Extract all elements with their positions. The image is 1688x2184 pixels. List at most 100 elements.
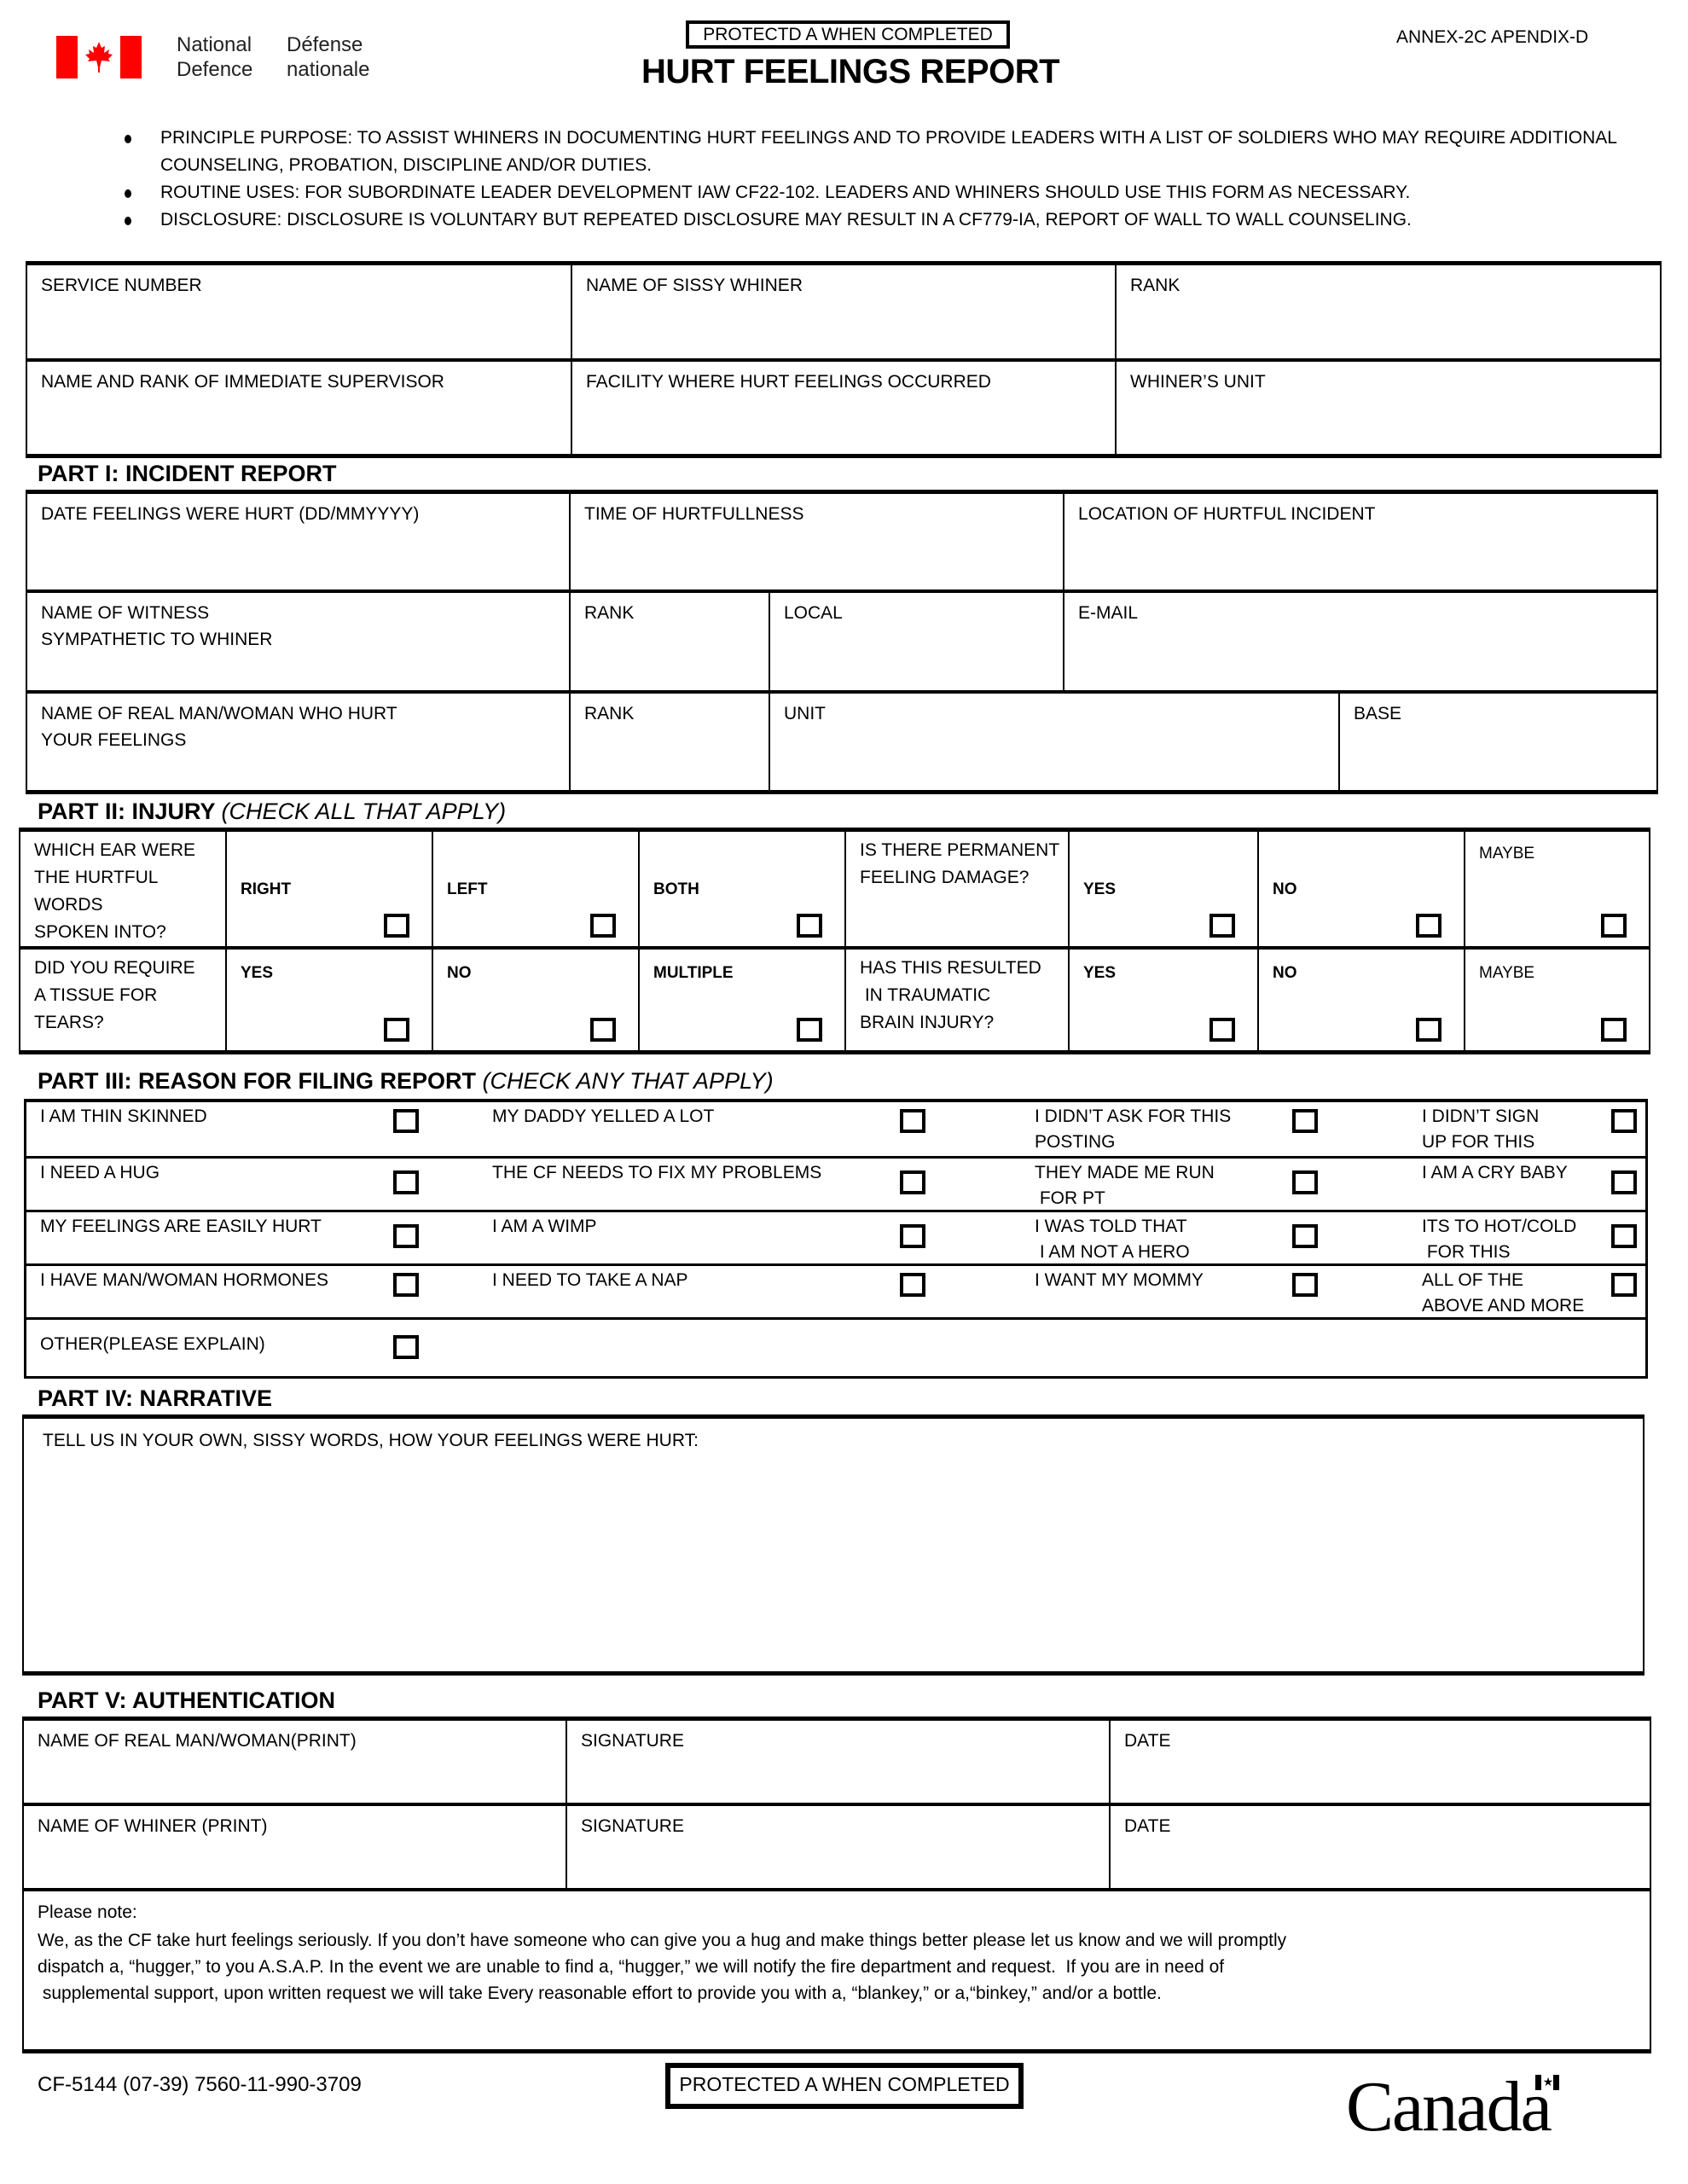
damage-no-label: NO: [1273, 880, 1297, 898]
whiner-signature-label: SIGNATURE: [581, 1815, 684, 1836]
reason-checkbox[interactable]: [900, 1273, 925, 1297]
ear-left-checkbox[interactable]: [590, 914, 616, 938]
part4-heading: PART IV: NARRATIVE: [38, 1385, 273, 1411]
witness-rank-field[interactable]: RANK: [569, 589, 770, 693]
date-hurt-label: DATE FEELINGS WERE HURT (DD/MMYYYY): [41, 504, 420, 524]
date-hurt-field[interactable]: DATE FEELINGS WERE HURT (DD/MMYYYY): [26, 491, 571, 592]
damage-question: IS THERE PERMANENT FEELING DAMAGE?: [844, 828, 1070, 949]
damage-no-checkbox[interactable]: [1416, 914, 1441, 938]
reason-row-other: OTHER(PLEASE EXPLAIN): [26, 1317, 1645, 1376]
reason-checkbox[interactable]: [900, 1170, 925, 1194]
real-person-date-field[interactable]: DATE: [1109, 1717, 1651, 1805]
witness-local-field[interactable]: LOCAL: [768, 589, 1065, 693]
tbi-no-label: NO: [1273, 964, 1297, 982]
tissue-q-line: DID YOU REQUIRE: [34, 958, 195, 978]
reason-label-line: I AM A CRY BABY: [1422, 1163, 1568, 1182]
reason-label: THEY MADE ME RUN FOR PT: [1035, 1160, 1215, 1211]
reason-other-checkbox[interactable]: [393, 1335, 419, 1359]
canada-flag-logo: [56, 36, 142, 78]
hurter-label-line2: YOUR FEELINGS: [41, 729, 187, 750]
real-person-signature-field[interactable]: SIGNATURE: [566, 1717, 1111, 1805]
real-person-date-label: DATE: [1124, 1731, 1171, 1751]
canada-wordmark-logo: Canada ★: [1346, 2065, 1559, 2150]
whiner-date-field[interactable]: DATE: [1109, 1802, 1651, 1891]
witness-label-line2: SYMPATHETIC TO WHINER: [41, 629, 273, 649]
ear-left-option: LEFT: [432, 828, 640, 949]
narrative-field[interactable]: TELL US IN YOUR OWN, SISSY WORDS, HOW YO…: [22, 1414, 1644, 1676]
supervisor-field[interactable]: NAME AND RANK OF IMMEDIATE SUPERVISOR: [26, 357, 572, 457]
part2-title: PART II: INJURY: [38, 799, 216, 824]
tissue-q-line: TEARS?: [34, 1013, 104, 1032]
reason-checkbox[interactable]: [1611, 1224, 1637, 1248]
ear-right-checkbox[interactable]: [384, 914, 409, 938]
reason-checkbox[interactable]: [1611, 1273, 1637, 1297]
hurter-name-field[interactable]: NAME OF REAL MAN/WOMAN WHO HURT YOUR FEE…: [26, 689, 571, 793]
privacy-bullets: PRINCIPLE PURPOSE: TO ASSIST WHINERS IN …: [121, 125, 1656, 234]
ear-both-checkbox[interactable]: [797, 914, 822, 938]
reason-label-line: I HAVE MAN/WOMAN HORMONES: [40, 1270, 328, 1290]
damage-yes-label: YES: [1083, 880, 1117, 898]
narrative-prompt: TELL US IN YOUR OWN, SISSY WORDS, HOW YO…: [43, 1431, 699, 1450]
reason-label: I AM THIN SKINNED: [40, 1104, 207, 1130]
reason-checkbox[interactable]: [1292, 1224, 1318, 1248]
reason-checkbox[interactable]: [900, 1109, 925, 1133]
reason-checkbox[interactable]: [1292, 1109, 1318, 1133]
tissue-no-checkbox[interactable]: [590, 1017, 616, 1042]
tbi-no-option: NO: [1257, 946, 1465, 1053]
tissue-multiple-checkbox[interactable]: [797, 1017, 822, 1042]
reason-checkbox[interactable]: [1292, 1170, 1318, 1194]
reason-checkbox[interactable]: [393, 1109, 419, 1133]
tissue-yes-option: YES: [225, 946, 433, 1053]
reason-label-line: ALL OF THE: [1422, 1270, 1524, 1290]
hurter-unit-field[interactable]: UNIT: [768, 689, 1341, 793]
reason-checkbox[interactable]: [393, 1273, 419, 1297]
hurter-base-field[interactable]: BASE: [1338, 689, 1659, 793]
damage-yes-checkbox[interactable]: [1209, 914, 1235, 938]
reasons-table: I AM THIN SKINNED MY DADDY YELLED A LOT I …: [24, 1099, 1648, 1379]
form-code: CF-5144 (07-39) 7560-11-990-3709: [38, 2073, 362, 2096]
reason-label: I NEED TO TAKE A NAP: [492, 1268, 688, 1293]
reason-checkbox[interactable]: [393, 1224, 419, 1248]
reason-checkbox[interactable]: [393, 1170, 419, 1194]
tissue-no-label: NO: [447, 964, 472, 982]
whiner-unit-field[interactable]: WHINER’S UNIT: [1115, 357, 1662, 457]
real-person-name-label: NAME OF REAL MAN/WOMAN(PRINT): [38, 1731, 357, 1751]
whiner-print-name-field[interactable]: NAME OF WHINER (PRINT): [22, 1802, 567, 1891]
tbi-maybe-checkbox[interactable]: [1601, 1017, 1627, 1042]
reason-label-line: I DIDN’T SIGN: [1422, 1107, 1540, 1126]
reason-label: I AM A WIMP: [492, 1214, 597, 1240]
whiner-name-field[interactable]: NAME OF SISSY WHINER: [571, 262, 1117, 361]
real-person-name-field[interactable]: NAME OF REAL MAN/WOMAN(PRINT): [22, 1717, 567, 1805]
whiner-signature-field[interactable]: SIGNATURE: [566, 1802, 1111, 1891]
reason-checkbox[interactable]: [900, 1224, 925, 1248]
service-number-field[interactable]: SERVICE NUMBER: [26, 262, 572, 361]
time-field[interactable]: TIME OF HURTFULLNESS: [568, 491, 1065, 592]
reason-label-line: I NEED TO TAKE A NAP: [492, 1270, 688, 1290]
rank-field[interactable]: RANK: [1115, 262, 1662, 361]
reason-checkbox[interactable]: [1611, 1109, 1637, 1133]
ear-both-option: BOTH: [638, 828, 846, 949]
tbi-yes-checkbox[interactable]: [1209, 1017, 1235, 1042]
tissue-question: DID YOU REQUIRE A TISSUE FOR TEARS?: [19, 946, 227, 1053]
wordmark-flag-icon: ★: [1535, 2075, 1559, 2090]
hurter-rank-field[interactable]: RANK: [569, 689, 770, 793]
reason-checkbox[interactable]: [1611, 1170, 1637, 1194]
tbi-no-checkbox[interactable]: [1416, 1017, 1441, 1042]
part3-subtitle: (CHECK ANY THAT APPLY): [482, 1068, 774, 1094]
damage-maybe-checkbox[interactable]: [1601, 914, 1627, 938]
tbi-q-line: IN TRAUMATIC: [860, 985, 991, 1005]
facility-field[interactable]: FACILITY WHERE HURT FEELINGS OCCURRED: [571, 357, 1117, 457]
reason-label-line: FOR THIS: [1422, 1242, 1511, 1262]
witness-rank-label: RANK: [584, 602, 635, 623]
reason-label-line: MY FEELINGS ARE EASILY HURT: [40, 1217, 322, 1236]
reason-label-line: FOR PT: [1035, 1188, 1105, 1208]
authentication-table: NAME OF REAL MAN/WOMAN(PRINT) SIGNATURE …: [22, 1716, 1651, 2053]
witness-name-field[interactable]: NAME OF WITNESS SYMPATHETIC TO WHINER: [26, 589, 571, 693]
witness-email-field[interactable]: E-MAIL: [1063, 589, 1659, 693]
reason-label-line: THE CF NEEDS TO FIX MY PROBLEMS: [492, 1163, 822, 1182]
reason-checkbox[interactable]: [1292, 1273, 1318, 1297]
whiner-print-name-label: NAME OF WHINER (PRINT): [38, 1815, 268, 1836]
location-field[interactable]: LOCATION OF HURTFUL INCIDENT: [1063, 491, 1659, 592]
tissue-yes-checkbox[interactable]: [384, 1017, 409, 1042]
reason-other-label: OTHER(PLEASE EXPLAIN): [40, 1334, 265, 1354]
